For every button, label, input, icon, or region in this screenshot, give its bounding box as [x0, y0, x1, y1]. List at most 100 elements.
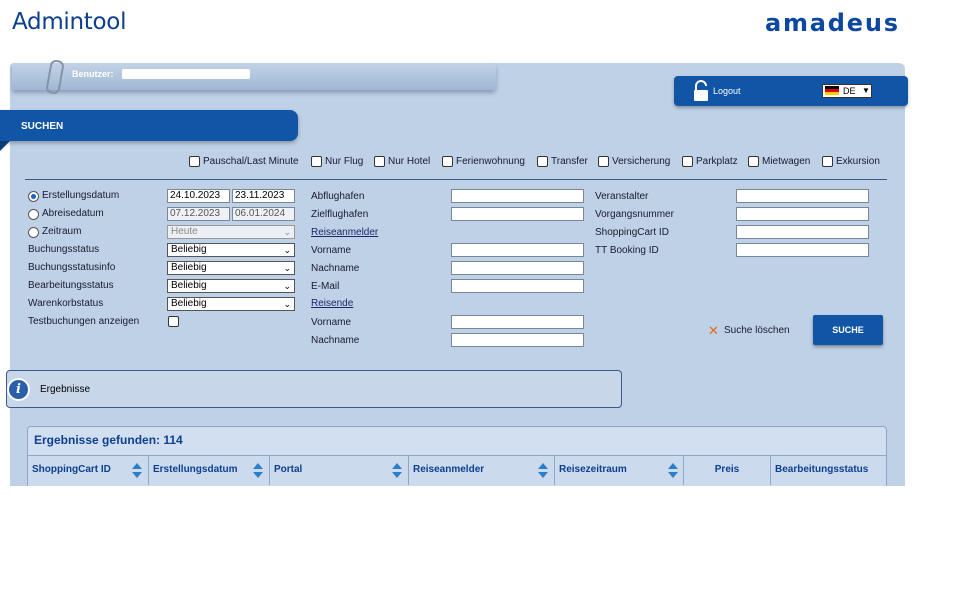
chevron-down-icon: ⌄	[283, 263, 291, 273]
radio-abreisedatum[interactable]	[28, 209, 39, 220]
divider	[25, 179, 887, 180]
product-label: Nur Hotel	[388, 156, 431, 167]
label-testbuchungen: Testbuchungen anzeigen	[28, 316, 140, 327]
radio-zeitraum[interactable]	[28, 227, 39, 238]
zeitraum-value: Heute	[171, 226, 198, 237]
label-abflughafen: Abflughafen	[311, 191, 365, 202]
label-reisende-nachname: Nachname	[311, 335, 360, 346]
label-reisende-vorname: Vorname	[311, 317, 352, 328]
sort-icon[interactable]	[132, 463, 142, 478]
veranstalter-input[interactable]	[736, 189, 869, 203]
reiseanmelder-heading: Reiseanmelder	[311, 227, 379, 238]
results-count: Ergebnisse gefunden: 114	[34, 433, 183, 447]
column-header-shoppingcart-id[interactable]: ShoppingCart ID	[28, 455, 149, 485]
product-checkbox-versicherung[interactable]	[598, 156, 609, 167]
product-checkbox-parkplatz[interactable]	[682, 156, 693, 167]
nachname-input[interactable]	[451, 261, 584, 275]
column-header-preis[interactable]: Preis	[684, 455, 771, 485]
blank-area	[0, 486, 960, 600]
testbuchungen-checkbox[interactable]	[168, 316, 179, 327]
shoppingcart-id-input[interactable]	[736, 225, 869, 239]
product-label: Versicherung	[612, 156, 671, 167]
product-label: Mietwagen	[762, 156, 811, 167]
reisende-vorname-input[interactable]	[451, 315, 584, 329]
column-header-reiseanmelder[interactable]: Reiseanmelder	[409, 455, 555, 485]
label-bearbeitungsstatus: Bearbeitungsstatus	[28, 280, 114, 291]
select-value: Beliebig	[171, 280, 207, 291]
erstellungsdatum-from-input[interactable]: 24.10.2023	[167, 189, 230, 203]
product-label: Pauschal/Last Minute	[203, 156, 299, 167]
user-name-redacted	[122, 69, 250, 79]
abflughafen-input[interactable]	[451, 189, 584, 203]
product-label: Parkplatz	[696, 156, 738, 167]
radio-erstellungsdatum[interactable]	[28, 191, 39, 202]
sort-icon[interactable]	[392, 463, 402, 478]
warenkorbstatus-select[interactable]: Beliebig ⌄	[167, 297, 295, 311]
select-value: Beliebig	[171, 262, 207, 273]
chevron-down-icon: ▼	[862, 86, 870, 95]
vorname-input[interactable]	[451, 243, 584, 257]
chevron-down-icon: ⌄	[283, 245, 291, 255]
label-buchungsstatus: Buchungsstatus	[28, 244, 100, 255]
chevron-down-icon: ⌄	[283, 281, 291, 291]
search-header-fold	[0, 141, 10, 151]
label-abreisedatum: Abreisedatum	[42, 208, 104, 219]
erstellungsdatum-to-input[interactable]: 23.11.2023	[232, 189, 295, 203]
logout-link[interactable]: Logout	[713, 86, 741, 96]
column-label: Bearbeitungsstatus	[775, 464, 869, 475]
results-section-title: Ergebnisse	[40, 384, 91, 395]
chevron-down-icon: ⌄	[283, 299, 291, 309]
column-label: ShoppingCart ID	[32, 464, 111, 475]
product-label: Nur Flug	[325, 156, 364, 167]
column-header-portal[interactable]: Portal	[270, 455, 409, 485]
abreisedatum-from-input[interactable]: 07.12.2023	[167, 207, 230, 221]
product-checkbox-exkursion[interactable]	[822, 156, 833, 167]
product-checkbox-pauschal[interactable]	[189, 156, 200, 167]
info-icon: i	[7, 378, 30, 401]
product-checkbox-hotel[interactable]	[374, 156, 385, 167]
search-section-title: SUCHEN	[21, 121, 64, 132]
label-zeitraum: Zeitraum	[42, 226, 82, 237]
bearbeitungsstatus-select[interactable]: Beliebig ⌄	[167, 279, 295, 293]
user-label: Benutzer:	[72, 69, 114, 79]
amadeus-logo: amadeus	[765, 9, 900, 37]
product-checkbox-flug[interactable]	[311, 156, 322, 167]
label-tt-booking-id: TT Booking ID	[595, 245, 659, 256]
tt-booking-id-input[interactable]	[736, 243, 869, 257]
unlock-icon[interactable]	[692, 80, 710, 102]
label-shoppingcart-id: ShoppingCart ID	[595, 227, 669, 238]
close-icon[interactable]: ✕	[708, 323, 719, 339]
select-value: Beliebig	[171, 244, 207, 255]
email-input[interactable]	[451, 279, 584, 293]
label-nachname: Nachname	[311, 263, 360, 274]
results-section-header	[6, 370, 622, 408]
product-checkbox-transfer[interactable]	[537, 156, 548, 167]
buchungsstatus-select[interactable]: Beliebig ⌄	[167, 243, 295, 257]
abreisedatum-to-input[interactable]: 06.01.2024	[232, 207, 295, 221]
vorgangsnummer-input[interactable]	[736, 207, 869, 221]
product-checkbox-mietwagen[interactable]	[748, 156, 759, 167]
german-flag-icon	[825, 86, 839, 95]
buchungsstatusinfo-select[interactable]: Beliebig ⌄	[167, 261, 295, 275]
column-label: Preis	[714, 464, 740, 475]
product-checkbox-ferienwohnung[interactable]	[442, 156, 453, 167]
label-veranstalter: Veranstalter	[595, 191, 649, 202]
select-value: Beliebig	[171, 298, 207, 309]
column-header-erstellungsdatum[interactable]: Erstellungsdatum	[149, 455, 270, 485]
chevron-down-icon: ⌄	[283, 227, 291, 237]
column-header-reisezeitraum[interactable]: Reisezeitraum	[555, 455, 684, 485]
reisende-nachname-input[interactable]	[451, 333, 584, 347]
sort-icon[interactable]	[253, 463, 263, 478]
sort-icon[interactable]	[538, 463, 548, 478]
column-label: Reisezeitraum	[559, 464, 627, 475]
app-title: Admintool	[12, 9, 127, 35]
zielflughafen-input[interactable]	[451, 207, 584, 221]
sort-icon[interactable]	[668, 463, 678, 478]
clear-search-link[interactable]: Suche löschen	[724, 325, 790, 336]
reisende-heading: Reisende	[311, 298, 354, 309]
zeitraum-select[interactable]: Heute ⌄	[167, 225, 295, 239]
column-header-bearbeitungsstatus[interactable]: Bearbeitungsstatus	[771, 455, 886, 485]
label-buchungsstatusinfo: Buchungsstatusinfo	[28, 262, 116, 273]
product-label: Ferienwohnung	[456, 156, 525, 167]
search-button[interactable]: SUCHE	[813, 315, 883, 345]
